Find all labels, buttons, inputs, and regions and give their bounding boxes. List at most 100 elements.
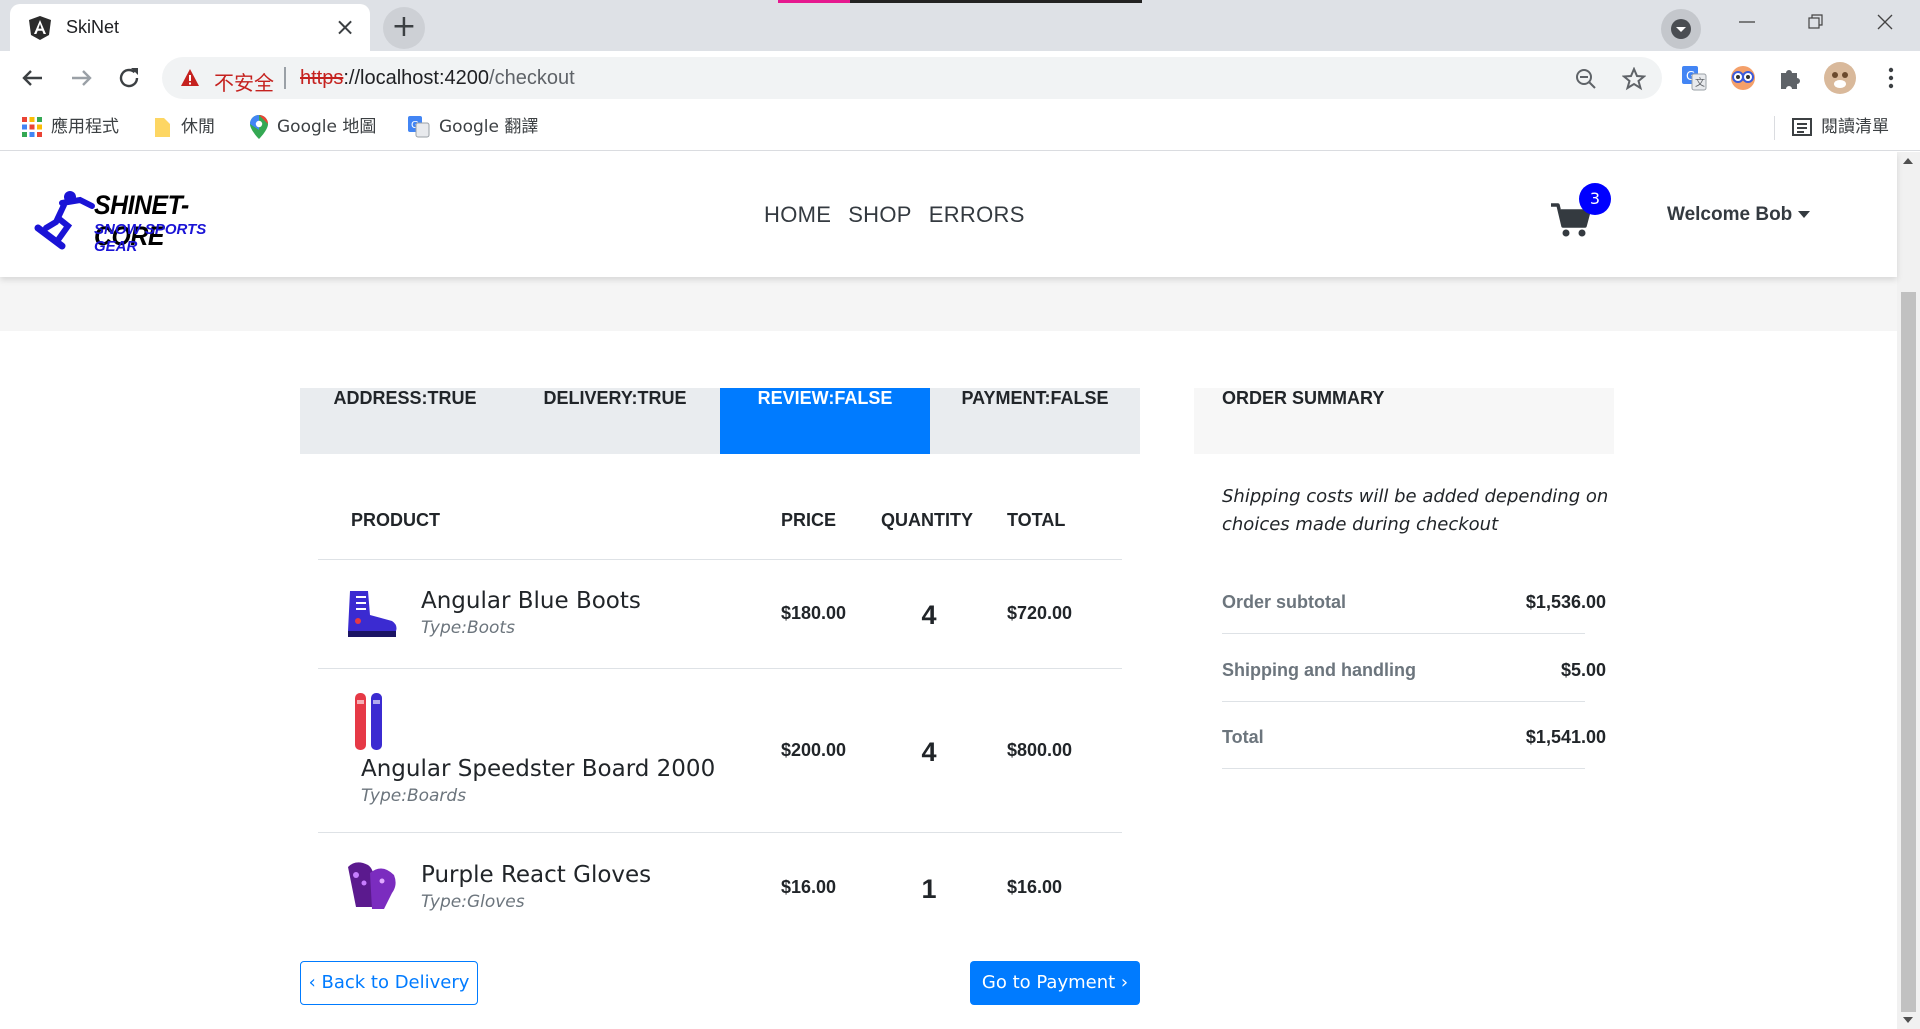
bookmark-google-translate[interactable]: G Google 翻譯	[408, 114, 538, 140]
shipping-note: Shipping costs will be added depending o…	[1222, 486, 1609, 535]
product-total: $16.00	[1007, 877, 1063, 897]
tab-close-icon[interactable]: ×	[332, 14, 358, 40]
bookmarks-bar: 應用程式 休閒 Google 地圖 G Google 翻譯 閱讀清單	[0, 104, 1920, 151]
cart-count-badge: 3	[1579, 183, 1611, 215]
window-close-button[interactable]	[1854, 0, 1916, 44]
subtotal-label: Order subtotal	[1222, 592, 1347, 612]
product-name[interactable]: Purple React Gloves	[421, 862, 651, 888]
order-summary-title: ORDER SUMMARY	[1222, 388, 1385, 408]
reading-list-icon	[1792, 118, 1812, 136]
subtotal-value: $1,536.00	[1525, 592, 1606, 612]
reload-icon[interactable]	[114, 63, 144, 93]
maps-pin-icon	[250, 115, 268, 139]
loading-indicator	[778, 0, 1142, 3]
go-to-payment-button[interactable]: Go to Payment ›	[970, 961, 1140, 1005]
reading-list[interactable]: 閱讀清單	[1792, 114, 1889, 140]
url-text: https://localhost:4200/checkout	[300, 67, 575, 90]
puzzle-extensions-icon[interactable]	[1776, 64, 1804, 92]
kebab-menu-icon[interactable]	[1877, 64, 1905, 92]
folder-icon	[155, 118, 170, 137]
logo-tagline: SNOW SPORTS GEAR	[94, 221, 207, 255]
purple-gloves-image[interactable]	[342, 859, 400, 913]
browser-tab-skinet[interactable]: SkiNet ×	[10, 4, 370, 51]
tab-search-button[interactable]	[1661, 9, 1701, 49]
blue-boots-image[interactable]	[342, 587, 400, 639]
product-quantity: 1	[921, 874, 937, 904]
browser-toolbar: 不安全 https://localhost:4200/checkout G文	[0, 51, 1920, 104]
warning-icon	[181, 69, 199, 86]
bookmark-star-icon[interactable]	[1622, 67, 1646, 91]
column-header-price: PRICE	[781, 510, 837, 530]
nav-errors[interactable]: ERRORS	[929, 202, 1025, 227]
column-header-quantity: QUANTITY	[881, 510, 973, 530]
forward-arrow-icon[interactable]	[66, 63, 96, 93]
brand-logo[interactable]: SHINET-CORE SNOW SPORTS GEAR	[32, 188, 242, 255]
product-price: $200.00	[781, 740, 847, 760]
window-restore-button[interactable]	[1785, 0, 1847, 44]
bookmark-leisure-folder[interactable]: 休閒	[154, 114, 215, 140]
angular-favicon-icon	[29, 16, 51, 40]
bookmarks-divider	[1774, 116, 1775, 140]
url-path: /checkout	[489, 67, 575, 89]
row-divider	[318, 559, 1122, 560]
reading-list-label: 閱讀清單	[1821, 117, 1889, 137]
checkout-stepper: ADDRESS:TRUE DELIVERY:TRUE REVIEW:FALSE …	[300, 388, 1140, 454]
zoom-out-icon[interactable]	[1574, 67, 1598, 91]
row-divider	[318, 668, 1122, 669]
bookmark-label: 應用程式	[51, 117, 119, 137]
speedster-board-image[interactable]	[354, 692, 386, 752]
profile-avatar-icon[interactable]	[1823, 61, 1857, 95]
google-translate-extension-icon[interactable]: G文	[1680, 64, 1708, 92]
chevron-down-icon	[1671, 19, 1691, 39]
product-quantity: 4	[921, 737, 937, 767]
caret-down-icon	[1798, 211, 1811, 219]
step-payment[interactable]: PAYMENT:FALSE	[930, 388, 1140, 454]
browser-tab-strip: SkiNet × +	[0, 0, 1920, 51]
bookmark-apps[interactable]: 應用程式	[22, 114, 119, 140]
step-delivery[interactable]: DELIVERY:TRUE	[510, 388, 720, 454]
product-name[interactable]: Angular Speedster Board 2000	[361, 756, 715, 782]
back-to-delivery-button[interactable]: ‹ Back to Delivery	[300, 961, 478, 1005]
user-menu-dropdown[interactable]: Welcome Bob	[1667, 204, 1811, 226]
bookmark-label: Google 地圖	[277, 117, 377, 137]
url-scheme: https	[300, 67, 344, 89]
bookmark-google-maps[interactable]: Google 地圖	[250, 114, 376, 140]
column-header-total: TOTAL	[1007, 510, 1066, 530]
scroll-down-arrow-icon[interactable]	[1903, 1017, 1913, 1023]
step-address[interactable]: ADDRESS:TRUE	[300, 388, 510, 454]
page-viewport: SHINET-CORE SNOW SPORTS GEAR HOME SHOP ERR…	[0, 152, 1920, 1029]
step-review[interactable]: REVIEW:FALSE	[720, 388, 930, 454]
page-scrollbar[interactable]	[1897, 152, 1920, 1029]
svg-text:文: 文	[1695, 76, 1705, 89]
shipping-label: Shipping and handling	[1222, 660, 1416, 680]
apps-grid-icon	[22, 117, 42, 137]
close-icon	[1877, 14, 1893, 30]
product-price: $16.00	[781, 877, 837, 897]
scroll-up-arrow-icon[interactable]	[1903, 158, 1913, 164]
nav-shop[interactable]: SHOP	[848, 202, 912, 227]
nav-home[interactable]: HOME	[764, 202, 831, 227]
translate-icon: G	[408, 116, 430, 138]
shipping-value: $5.00	[1560, 660, 1606, 680]
product-name[interactable]: Angular Blue Boots	[421, 588, 641, 614]
product-type: Type:Gloves	[421, 892, 525, 912]
total-label: Total	[1222, 727, 1264, 747]
section-header-band	[0, 277, 1897, 331]
back-arrow-icon[interactable]	[18, 63, 48, 93]
owl-extension-icon[interactable]	[1729, 64, 1757, 92]
scrollbar-thumb[interactable]	[1901, 292, 1916, 1012]
url-host: ://localhost:4200	[343, 67, 490, 89]
welcome-label: Welcome Bob	[1667, 204, 1793, 225]
summary-divider	[1222, 633, 1585, 634]
bookmark-label: 休閒	[181, 117, 215, 137]
new-tab-button[interactable]: +	[383, 7, 425, 49]
address-bar[interactable]: 不安全 https://localhost:4200/checkout	[162, 57, 1662, 99]
product-price: $180.00	[781, 603, 847, 623]
column-header-product: PRODUCT	[351, 510, 440, 530]
summary-divider	[1222, 701, 1585, 702]
product-type: Type:Boots	[421, 618, 515, 638]
total-value: $1,541.00	[1525, 727, 1606, 747]
window-minimize-button[interactable]	[1716, 0, 1778, 44]
minimize-icon	[1739, 21, 1755, 23]
product-total: $800.00	[1007, 740, 1073, 760]
